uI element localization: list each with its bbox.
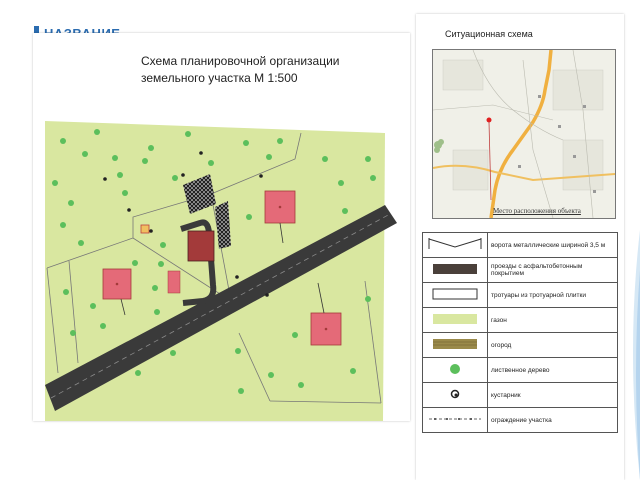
sidewalk-swatch [422, 282, 488, 308]
house [187, 230, 215, 262]
legend-row: огород [422, 332, 618, 358]
asphalt-swatch [422, 257, 488, 283]
legend-label: огород [487, 332, 618, 358]
legend-table: ворота металлические шириной 3,5 м проез… [422, 232, 618, 433]
site-marker [140, 224, 150, 234]
legend-label: ограждение участка [487, 407, 618, 433]
decorative-wave [633, 230, 640, 480]
legend-row: проезды с асфальтобетонным покрытием [422, 257, 618, 283]
legend-row: газон [422, 307, 618, 333]
garden-swatch [422, 332, 488, 358]
shrub-icon [422, 382, 488, 408]
site-plan-panel: Схема планировочной организации земельно… [33, 33, 410, 421]
lawn-swatch [422, 307, 488, 333]
side-panel: Ситуационная схема Место расположения об… [416, 14, 624, 480]
fence-icon [422, 407, 488, 433]
situation-map: Место расположения объекта [432, 49, 616, 219]
object-location-pin [486, 117, 492, 123]
situation-map-drawing [433, 50, 615, 218]
legend-row: тротуары из тротуарной плитки [422, 282, 618, 308]
site-plan-drawing [45, 121, 397, 421]
legend-label: ворота металлические шириной 3,5 м [487, 232, 618, 258]
legend-label: кустарник [487, 382, 618, 408]
legend-row: лиственное дерево [422, 357, 618, 383]
situation-title: Ситуационная схема [445, 29, 533, 39]
legend-row: кустарник [422, 382, 618, 408]
legend-row: ограждение участка [422, 407, 618, 433]
legend-label: проезды с асфальтобетонным покрытием [487, 257, 618, 283]
legend-label: лиственное дерево [487, 357, 618, 383]
legend-label: газон [487, 307, 618, 333]
legend-row: ворота металлические шириной 3,5 м [422, 232, 618, 258]
gate-icon [422, 232, 488, 258]
legend-label: тротуары из тротуарной плитки [487, 282, 618, 308]
object-location-caption: Место расположения объекта [493, 207, 581, 215]
tree-icon [422, 357, 488, 383]
